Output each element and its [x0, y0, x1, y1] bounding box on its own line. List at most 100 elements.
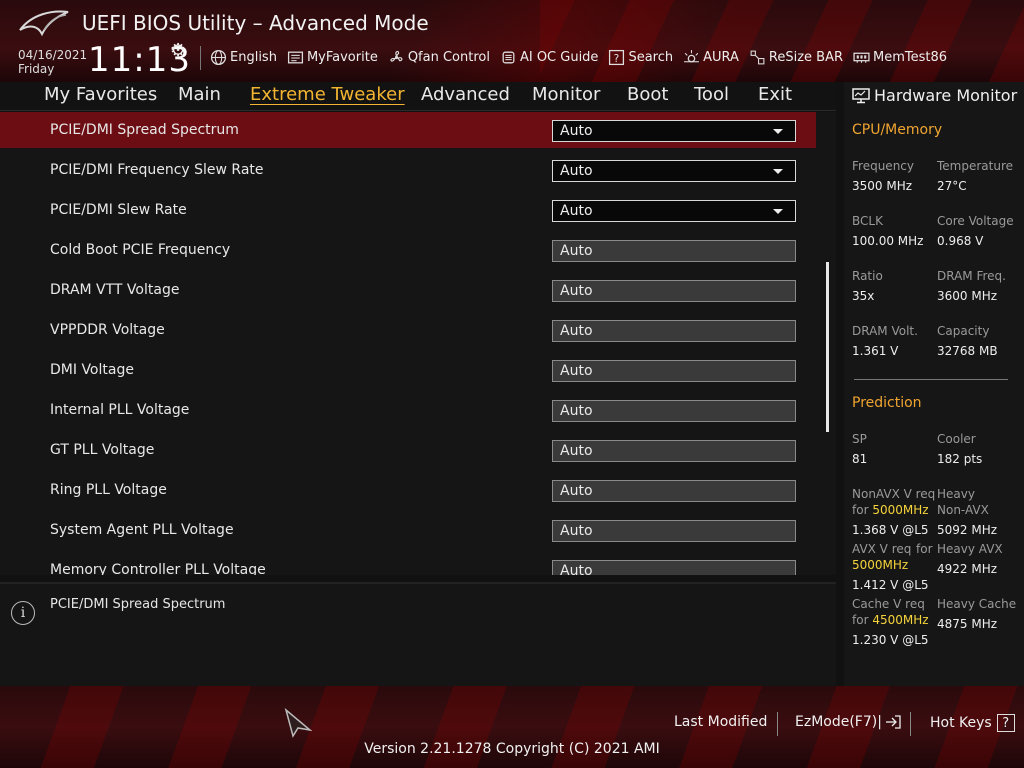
info-icon: i: [11, 601, 35, 625]
setting-label: PCIE/DMI Spread Spectrum: [50, 122, 239, 138]
setting-row-ring-pll-voltage[interactable]: Ring PLL Voltage Auto: [0, 472, 816, 508]
setting-row-pcie-dmi-frequency-slew-rate[interactable]: PCIE/DMI Frequency Slew Rate Auto: [0, 152, 816, 188]
day-text: Friday: [18, 62, 55, 76]
heavy-avx-value: 4922 MHz: [937, 562, 998, 576]
qfan-control-button[interactable]: Qfan Control: [388, 49, 490, 66]
chip-icon: [502, 51, 515, 63]
search-button[interactable]: ? Search: [608, 49, 673, 66]
setting-value: Auto: [560, 483, 593, 499]
avx-frequency: 5000MHz: [852, 558, 909, 572]
chevron-down-icon: [773, 209, 783, 214]
memtest86-button[interactable]: MemTest86: [853, 49, 947, 66]
mouse-cursor-icon: [284, 708, 312, 738]
setting-value: Auto: [560, 283, 593, 299]
aura-button[interactable]: AURA: [683, 49, 739, 66]
avx-vreq-label: AVX V req: [852, 542, 912, 556]
settings-scrollbar[interactable]: [826, 262, 829, 432]
date-text: 04/16/2021: [18, 48, 88, 62]
toolbar: English MyFavorite Qfan Control AI OC Gu…: [210, 46, 957, 68]
setting-value: Auto: [560, 443, 593, 459]
bclk-label: BCLK: [852, 214, 883, 228]
svg-text:?: ?: [614, 51, 620, 64]
search-label: Search: [628, 49, 674, 65]
ai-oc-guide-button[interactable]: AI OC Guide: [500, 49, 598, 66]
setting-input[interactable]: Auto: [552, 360, 796, 382]
setting-input[interactable]: Auto: [552, 480, 796, 502]
heavy-nonavx-label-line2: Non-AVX: [937, 503, 989, 517]
ratio-value: 35x: [852, 289, 875, 303]
setting-input[interactable]: Auto: [552, 560, 796, 575]
setting-row-cold-boot-pcie-frequency[interactable]: Cold Boot PCIE Frequency Auto: [0, 232, 816, 268]
setting-input[interactable]: Auto: [552, 440, 796, 462]
setting-dropdown[interactable]: Auto: [552, 200, 796, 222]
setting-input[interactable]: Auto: [552, 320, 796, 342]
memtest86-label: MemTest86: [873, 49, 948, 65]
capacity-label: Capacity: [937, 324, 990, 338]
header-bar: UEFI BIOS Utility – Advanced Mode 04/16/…: [0, 0, 1024, 82]
dram-freq-label: DRAM Freq.: [937, 269, 1006, 283]
heavy-nonavx-label-line1: Heavy: [937, 487, 975, 501]
heavy-avx-label: Heavy AVX: [937, 542, 1003, 556]
setting-input[interactable]: Auto: [552, 240, 796, 262]
settings-list[interactable]: PCIE/DMI Spread Spectrum Auto PCIE/DMI F…: [0, 112, 836, 575]
language-button[interactable]: English: [210, 49, 277, 66]
setting-label: GT PLL Voltage: [50, 442, 155, 458]
setting-label: PCIE/DMI Slew Rate: [50, 202, 187, 218]
tab-boot[interactable]: Boot: [627, 84, 668, 105]
cache-for-label: for: [852, 613, 869, 627]
setting-input[interactable]: Auto: [552, 280, 796, 302]
core-voltage-value: 0.968 V: [937, 234, 984, 248]
setting-row-system-agent-pll-voltage[interactable]: System Agent PLL Voltage Auto: [0, 512, 816, 548]
setting-label: Memory Controller PLL Voltage: [50, 562, 266, 575]
hot-keys-label: Hot Keys: [930, 715, 992, 731]
capacity-value: 32768 MB: [937, 344, 998, 358]
ai-oc-guide-label: AI OC Guide: [519, 49, 599, 65]
dram-freq-value: 3600 MHz: [937, 289, 998, 303]
chevron-down-icon: [773, 169, 783, 174]
ezmode-button[interactable]: EzMode(F7)|: [795, 714, 902, 730]
temperature-value: 27°C: [937, 179, 967, 193]
setting-row-dmi-voltage[interactable]: DMI Voltage Auto: [0, 352, 816, 388]
setting-row-pcie-dmi-spread-spectrum[interactable]: PCIE/DMI Spread Spectrum Auto: [0, 112, 816, 148]
gear-icon[interactable]: ⚙: [170, 42, 188, 60]
heavy-nonavx-value: 5092 MHz: [937, 523, 998, 537]
setting-row-gt-pll-voltage[interactable]: GT PLL Voltage Auto: [0, 432, 816, 468]
myfavorite-button[interactable]: MyFavorite: [287, 49, 378, 66]
resize-bar-button[interactable]: ReSize BAR: [749, 49, 843, 66]
setting-row-internal-pll-voltage[interactable]: Internal PLL Voltage Auto: [0, 392, 816, 428]
tab-my-favorites[interactable]: My Favorites: [44, 84, 157, 105]
setting-row-memory-controller-pll-voltage[interactable]: Memory Controller PLL Voltage Auto: [0, 552, 816, 575]
tab-exit[interactable]: Exit: [758, 84, 792, 105]
setting-label: DMI Voltage: [50, 362, 134, 378]
setting-input[interactable]: Auto: [552, 400, 796, 422]
ezmode-label: EzMode(F7)|: [795, 714, 882, 730]
aura-label: AURA: [703, 49, 739, 65]
setting-row-vppddr-voltage[interactable]: VPPDDR Voltage Auto: [0, 312, 816, 348]
tab-main[interactable]: Main: [178, 84, 221, 105]
last-modified-button[interactable]: Last Modified: [674, 714, 767, 730]
setting-dropdown[interactable]: Auto: [552, 120, 796, 142]
setting-row-pcie-dmi-slew-rate[interactable]: PCIE/DMI Slew Rate Auto: [0, 192, 816, 228]
help-icon: ?: [996, 714, 1015, 732]
hot-keys-button[interactable]: Hot Keys ?: [930, 714, 1015, 732]
tab-tool[interactable]: Tool: [694, 84, 729, 105]
setting-value: Auto: [560, 363, 593, 379]
tab-monitor[interactable]: Monitor: [532, 84, 600, 105]
setting-row-dram-vtt-voltage[interactable]: DRAM VTT Voltage Auto: [0, 272, 816, 308]
setting-input[interactable]: Auto: [552, 520, 796, 542]
qfan-control-label: Qfan Control: [407, 49, 490, 65]
nonavx-frequency: 5000MHz: [872, 503, 929, 517]
setting-dropdown[interactable]: Auto: [552, 160, 796, 182]
info-panel: i PCIE/DMI Spread Spectrum: [0, 582, 836, 688]
resize-bar-label: ReSize BAR: [768, 49, 844, 65]
search-icon: ?: [609, 49, 625, 65]
temperature-label: Temperature: [937, 159, 1014, 173]
tab-advanced[interactable]: Advanced: [421, 84, 510, 105]
main-nav: My Favorites Main Extreme Tweaker Advanc…: [0, 82, 836, 111]
cooler-value: 182 pts: [937, 452, 983, 466]
setting-label: Ring PLL Voltage: [50, 482, 167, 498]
cache-voltage-value: 1.230 V @L5: [852, 633, 929, 647]
setting-value: Auto: [560, 323, 593, 339]
monitor-icon: [852, 87, 870, 103]
tab-extreme-tweaker[interactable]: Extreme Tweaker: [250, 84, 405, 105]
